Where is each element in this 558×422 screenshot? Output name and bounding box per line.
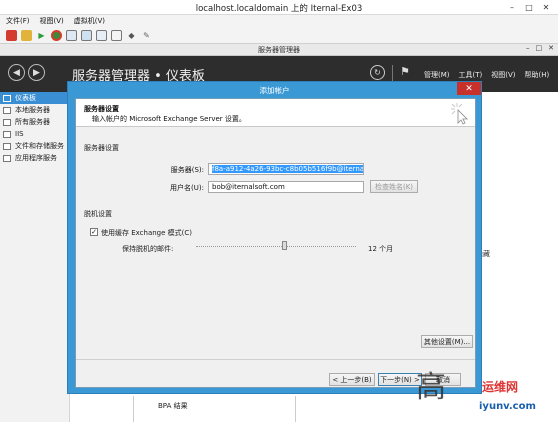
sidebar-item-label: 所有服务器 [15,118,50,126]
maximize-icon[interactable]: □ [521,1,537,13]
menu-file[interactable]: 文件(F) [6,16,30,26]
more-settings-button[interactable]: 其他设置(M)... [421,335,473,348]
vm-menubar: 文件(F) 视图(V) 虚拟机(V) [0,15,558,27]
cached-mode-checkbox[interactable]: ✓ [90,228,98,236]
refresh-icon[interactable]: ↻ [370,65,385,80]
menu-vm[interactable]: 虚拟机(V) [74,16,105,26]
settings-icon[interactable]: ◆ [126,30,137,41]
sidebar-item-file-storage[interactable]: 文件和存储服务 [0,140,69,152]
sidebar-item-label: 应用程序服务 [15,154,57,162]
minimize-icon[interactable]: – [504,1,520,13]
server-field-value: f8a-a912-4a26-93bc-c8b05b516f9b@iternals… [212,165,363,173]
keep-offline-label: 保持脱机的邮件: [122,245,174,253]
snapshot-icon[interactable] [66,29,77,41]
bpa-results-label: BPA 结果 [158,402,188,410]
dialog-title: 添加帐户 [259,86,290,95]
maximize-icon[interactable]: □ [536,44,543,52]
vm-window-title: localhost.localdomain 上的 Iternal-Ex03 [195,4,363,14]
back-button[interactable]: < 上一步(B) [329,373,375,386]
username-field[interactable]: bob@iternalsoft.com [208,181,364,193]
menu-tools[interactable]: 工具(T) [459,70,483,80]
check-name-button[interactable]: 检查姓名(K) [370,180,418,193]
sidebar-item-app-server[interactable]: 应用程序服务 [0,152,69,164]
dialog-header: 服务器设置 输入帐户的 Microsoft Exchange Server 设置… [76,99,475,127]
dashboard-icon [3,94,11,102]
notification-flag-icon[interactable]: ⚑ [400,65,410,78]
server-manager-title: 服务器管理器 [258,46,300,54]
username-label: 用户名(U): [170,184,204,192]
watermark-logo: 运维网 iyunv.com [464,368,558,422]
close-icon[interactable]: ✕ [538,1,554,13]
server-settings-section-label: 服务器设置 [84,144,119,152]
menu-help[interactable]: 帮助(H) [525,70,550,80]
iis-icon [3,130,11,138]
wizard-cursor-icon [451,103,468,125]
cached-mode-label: 使用缓存 Exchange 模式(C) [101,229,193,237]
vm-toolbar: ▶ ◆ ✎ [0,27,558,44]
sidebar-item-all-servers[interactable]: 所有服务器 [0,116,69,128]
keep-offline-slider-track [196,246,356,247]
offline-settings-section-label: 脱机设置 [84,210,112,218]
sidebar-item-dashboard[interactable]: 仪表板 [0,92,69,104]
stop-icon[interactable] [6,29,17,41]
tile-divider [133,396,134,422]
close-icon[interactable]: ✕ [548,44,554,52]
sidebar-item-label: IIS [15,130,24,138]
watermark-site-name: 运维网 [482,380,519,394]
menu-manage[interactable]: 管理(M) [424,70,450,80]
app-server-icon [3,154,11,162]
server-label: 服务器(S): [170,166,204,174]
storage-icon [3,142,11,150]
tile-divider [295,396,296,422]
keep-offline-value: 12 个月 [368,245,394,253]
menu-view[interactable]: 视图(V) [40,16,64,26]
pause-icon[interactable] [21,29,32,41]
sidebar-item-label: 仪表板 [15,94,36,102]
menu-view[interactable]: 视图(V) [491,70,515,80]
keep-offline-slider-thumb[interactable] [282,241,287,250]
dialog-heading: 服务器设置 [84,105,119,113]
dialog-footer-divider [76,359,475,360]
watermark-glyph: 高 [416,370,446,405]
back-arrow-icon[interactable]: ◀ [8,64,25,81]
sidebar-item-label: 文件和存储服务 [15,142,64,150]
minimize-icon[interactable]: – [526,44,530,52]
save-icon[interactable] [96,29,107,41]
header-divider [392,65,393,81]
server-icon [3,106,11,114]
start-icon[interactable]: ▶ [36,30,47,41]
server-manager-titlebar: 服务器管理器 – □ ✕ [0,44,558,56]
reset-icon[interactable] [51,29,62,41]
ctrl-alt-del-icon[interactable] [111,29,122,41]
server-field[interactable]: f8a-a912-4a26-93bc-c8b05b516f9b@iternals… [208,163,364,175]
forward-arrow-icon[interactable]: ▶ [28,64,45,81]
sidebar-item-local-server[interactable]: 本地服务器 [0,104,69,116]
sidebar-item-label: 本地服务器 [15,106,50,114]
usb-icon[interactable]: ✎ [141,30,152,41]
close-icon[interactable]: ✕ [457,82,481,95]
revert-icon[interactable] [81,29,92,41]
sidebar-item-iis[interactable]: IIS [0,128,69,140]
add-account-dialog: 添加帐户 ✕ 服务器设置 输入帐户的 Microsoft Exchange Se… [67,81,482,394]
sidebar: 仪表板 本地服务器 所有服务器 IIS 文件和存储服务 应用程序服务 [0,92,70,422]
servers-icon [3,118,11,126]
watermark-site-url: iyunv.com [479,401,536,412]
vm-window-titlebar: localhost.localdomain 上的 Iternal-Ex03 – … [0,0,558,15]
dialog-body: 服务器设置 输入帐户的 Microsoft Exchange Server 设置… [75,98,476,388]
dialog-subheading: 输入帐户的 Microsoft Exchange Server 设置。 [92,115,246,123]
